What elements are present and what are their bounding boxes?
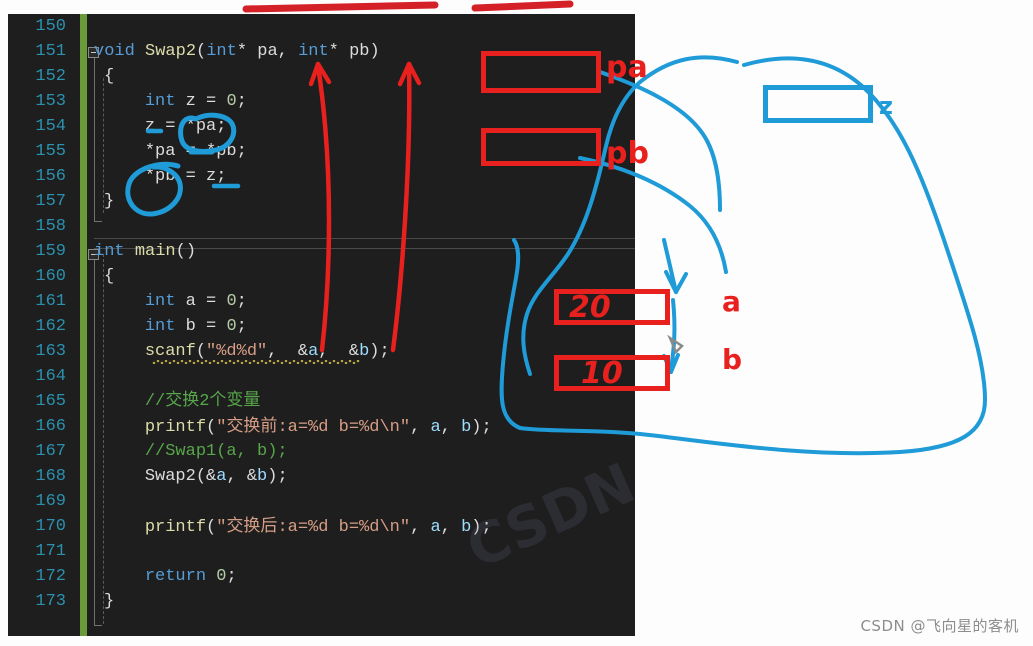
line-number: 158 xyxy=(35,217,66,236)
code-text: //Swap1(a, b); xyxy=(144,442,288,461)
screenshot-root: 150 151 void Swap2(int* pa, int* pb) 152… xyxy=(0,0,1033,646)
z-memory-box xyxy=(763,85,873,123)
code-text: z = *pa; xyxy=(144,117,227,136)
code-line[interactable]: 157 } xyxy=(8,189,635,214)
code-text: { xyxy=(104,267,115,286)
code-text: } xyxy=(104,192,115,211)
code-line[interactable]: 161 int a = 0; xyxy=(8,289,635,314)
line-number: 160 xyxy=(35,267,66,286)
line-number: 161 xyxy=(35,292,66,311)
code-text: int z = 0; xyxy=(144,92,247,111)
code-line[interactable]: 162 int b = 0; xyxy=(8,314,635,339)
pb-memory-box xyxy=(481,128,601,166)
code-line[interactable]: 150 xyxy=(8,14,635,39)
line-number: 169 xyxy=(35,492,66,511)
line-number: 159 xyxy=(35,242,66,261)
line-number: 164 xyxy=(35,367,66,386)
code-line[interactable]: 159 int main() xyxy=(8,239,635,264)
pa-memory-box xyxy=(481,51,601,93)
code-line[interactable]: 164 xyxy=(8,364,635,389)
code-text: return 0; xyxy=(144,567,237,586)
pb-label: pb xyxy=(606,136,649,171)
line-number: 167 xyxy=(35,442,66,461)
code-editor-panel[interactable]: 150 151 void Swap2(int* pa, int* pb) 152… xyxy=(8,14,635,636)
top-red-strokes xyxy=(242,0,574,13)
code-line[interactable]: 172 return 0; xyxy=(8,564,635,589)
line-number: 154 xyxy=(35,117,66,136)
line-number: 152 xyxy=(35,67,66,86)
code-line[interactable]: 158 xyxy=(8,214,635,239)
code-line[interactable]: 165 //交换2个变量 xyxy=(8,389,635,414)
code-text: printf("交换后:a=%d b=%d\n", a, b); xyxy=(144,516,492,537)
code-line[interactable]: 156 *pb = z; xyxy=(8,164,635,189)
line-number: 153 xyxy=(35,92,66,111)
b-label: b xyxy=(722,343,743,376)
code-text: int b = 0; xyxy=(144,317,247,336)
code-line[interactable]: 163 scanf("%d%d", &a, &b); xyxy=(8,339,635,364)
a-memory-value: 20 xyxy=(569,290,611,325)
b-memory-box: 10 xyxy=(554,355,670,391)
line-number: 157 xyxy=(35,192,66,211)
line-number: 172 xyxy=(35,567,66,586)
brace-guide-main-foot xyxy=(94,625,102,626)
a-memory-box: 20 xyxy=(554,289,670,325)
line-number: 168 xyxy=(35,467,66,486)
code-text: int a = 0; xyxy=(144,292,247,311)
line-number: 162 xyxy=(35,317,66,336)
code-text: { xyxy=(104,67,115,86)
code-text: } xyxy=(104,592,115,611)
code-line[interactable]: 167 //Swap1(a, b); xyxy=(8,439,635,464)
pa-label: pa xyxy=(606,50,648,85)
code-text: void Swap2(int* pa, int* pb) xyxy=(94,42,380,61)
line-number: 156 xyxy=(35,167,66,186)
code-text: printf("交换前:a=%d b=%d\n", a, b); xyxy=(144,416,492,437)
line-number: 150 xyxy=(35,17,66,36)
line-number: 155 xyxy=(35,142,66,161)
code-text: *pa = *pb; xyxy=(144,142,247,161)
line-number: 170 xyxy=(35,517,66,536)
blue-arrowhead-to-a xyxy=(662,238,688,294)
code-text: //交换2个变量 xyxy=(144,392,261,411)
line-number: 163 xyxy=(35,342,66,361)
b-memory-value: 10 xyxy=(581,356,623,391)
code-text: *pb = z; xyxy=(144,167,227,186)
code-line[interactable]: 166 printf("交换前:a=%d b=%d\n", a, b); xyxy=(8,414,635,439)
cursor-glyph xyxy=(667,334,684,355)
line-number: 151 xyxy=(35,42,66,61)
code-text: int main() xyxy=(94,242,197,261)
line-number: 173 xyxy=(35,592,66,611)
line-number: 165 xyxy=(35,392,66,411)
code-line[interactable]: 160 { xyxy=(8,264,635,289)
z-label: z xyxy=(879,92,893,120)
a-label: a xyxy=(722,285,741,318)
code-line[interactable]: 173 } xyxy=(8,589,635,614)
line-number: 171 xyxy=(35,542,66,561)
line-number: 166 xyxy=(35,417,66,436)
code-text: Swap2(&a, &b); xyxy=(144,467,288,486)
csdn-watermark: CSDN @飞向星的客机 xyxy=(860,617,1019,635)
